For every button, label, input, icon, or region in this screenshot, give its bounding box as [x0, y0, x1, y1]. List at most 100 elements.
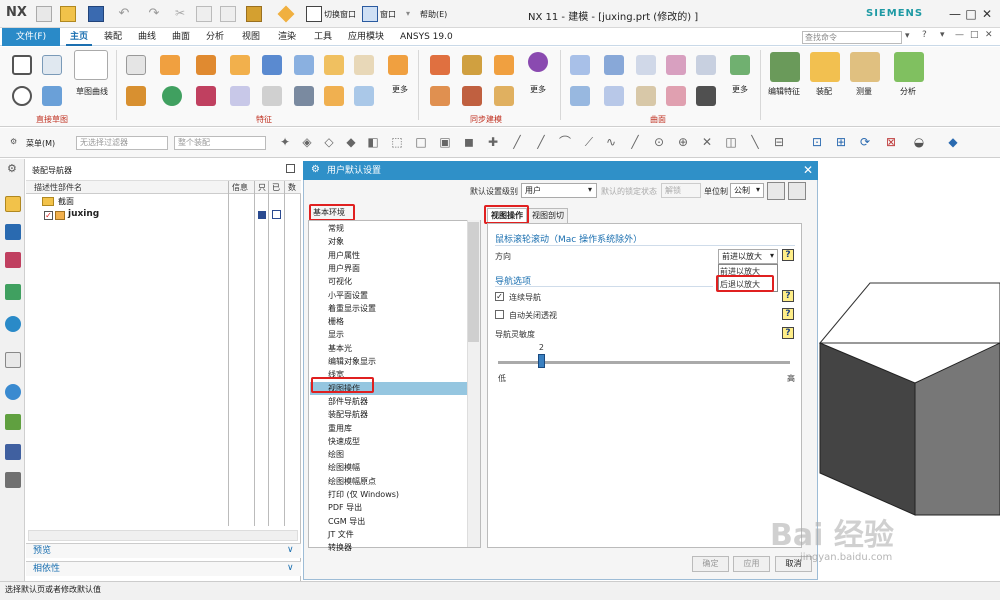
tree-item[interactable]: 用户属性	[328, 249, 360, 262]
history-icon[interactable]	[5, 352, 21, 368]
chevron-down-icon[interactable]: ∨	[287, 545, 294, 555]
tab-applications[interactable]: 应用模块	[348, 28, 384, 46]
intersect-icon[interactable]	[324, 86, 344, 106]
sync-more-button[interactable]: 更多	[530, 84, 546, 95]
defaults-level-select[interactable]: 用户	[521, 183, 597, 198]
window-menu[interactable]: 窗口	[380, 9, 396, 20]
tree-item[interactable]: 对象	[328, 235, 344, 248]
subtract-icon[interactable]	[294, 86, 314, 106]
continuous-nav-checkbox[interactable]: ✓	[495, 292, 504, 301]
tree-scrollbar-thumb[interactable]	[468, 222, 479, 342]
block-icon[interactable]	[230, 55, 250, 75]
help-icon[interactable]: ?	[782, 327, 794, 339]
sew-icon[interactable]	[696, 86, 716, 106]
accordion-dependencies[interactable]: 相依性	[26, 561, 301, 576]
help-question-icon[interactable]: ?	[922, 30, 927, 40]
ok-button[interactable]: 确定	[692, 556, 729, 572]
column-modified[interactable]: 已	[272, 182, 280, 193]
analysis-icon[interactable]	[894, 52, 924, 82]
doc-restore-icon[interactable]: □	[970, 30, 979, 40]
column-part-name[interactable]: 描述性部件名	[34, 182, 82, 193]
feature-more-button[interactable]: 更多	[392, 84, 408, 95]
accordion-preview[interactable]: 预览	[26, 543, 301, 558]
assembly-icon[interactable]	[810, 52, 840, 82]
through-curve-mesh-icon[interactable]	[604, 55, 624, 75]
tree-item[interactable]: 装配导航器	[328, 408, 368, 421]
table-row[interactable]: 截面	[58, 196, 74, 207]
table-row[interactable]: juxing	[68, 209, 99, 219]
direction-select[interactable]: 前进以放大	[718, 249, 778, 264]
lock-state-select[interactable]: 解锁	[661, 183, 701, 198]
chevron-down-icon[interactable]: ▾	[770, 251, 774, 260]
sketch-curve-label[interactable]: 草图曲线	[76, 86, 108, 97]
tab-ansys[interactable]: ANSYS 19.0	[400, 28, 453, 46]
window-menu-chevron-icon[interactable]: ▾	[406, 9, 410, 18]
tab-surface[interactable]: 曲面	[172, 28, 190, 46]
select-feature-icon[interactable]: ◈	[300, 135, 314, 149]
tab-render[interactable]: 渲染	[278, 28, 296, 46]
edit-feature-label[interactable]: 编辑特征	[768, 86, 800, 97]
chevron-down-icon[interactable]: ▾	[756, 185, 760, 194]
sketch-curve-icon[interactable]	[74, 50, 108, 80]
select-edge-icon[interactable]: ◧	[366, 135, 380, 149]
system-materials-icon[interactable]	[5, 472, 21, 488]
view-cube-icon[interactable]: ▣	[438, 135, 452, 149]
tab-assembly[interactable]: 装配	[104, 28, 122, 46]
select-face-icon[interactable]: ◆	[344, 135, 358, 149]
tangent-icon[interactable]: ╱	[628, 135, 642, 149]
offset-region-icon[interactable]	[494, 55, 514, 75]
switch-window-icon[interactable]	[306, 6, 322, 22]
measure-icon[interactable]	[850, 52, 880, 82]
column-info[interactable]: 信息	[232, 182, 248, 193]
search-options-chevron-icon[interactable]: ▾	[905, 31, 910, 41]
delete-face-icon[interactable]	[430, 86, 450, 106]
window-icon[interactable]	[362, 6, 378, 22]
import-defaults-icon[interactable]	[767, 182, 785, 200]
snap-point-icon[interactable]: ✚	[486, 135, 500, 149]
offset-face-icon[interactable]	[354, 86, 374, 106]
replace-face-icon[interactable]	[528, 52, 548, 72]
analysis-label[interactable]: 分析	[900, 86, 916, 97]
line-icon[interactable]: ╱	[510, 135, 524, 149]
tree-item[interactable]: 快速成型	[328, 435, 360, 448]
offset-surface-icon[interactable]	[730, 55, 750, 75]
selection-filter-combo[interactable]: 无选择过滤器	[76, 136, 168, 150]
cube-top-face[interactable]	[818, 282, 1000, 344]
command-finder-icon[interactable]	[246, 6, 262, 22]
edit-feature-icon[interactable]	[770, 52, 800, 82]
swept-icon[interactable]	[636, 55, 656, 75]
box-select-icon[interactable]: □	[414, 135, 428, 149]
constraint-navigator-icon[interactable]	[5, 224, 21, 240]
chamfer-icon[interactable]	[230, 86, 250, 106]
shaded-icon[interactable]: ◼	[462, 135, 476, 149]
copy-icon[interactable]	[196, 6, 212, 22]
zoom-icon[interactable]: ⊞	[834, 135, 848, 149]
tree-item[interactable]: 转换器	[328, 541, 352, 554]
edge-blend-icon[interactable]	[196, 86, 216, 106]
ruled-icon[interactable]	[696, 55, 716, 75]
menu-gear-icon[interactable]: ⚙	[10, 137, 17, 146]
face-point-icon[interactable]: ◫	[724, 135, 738, 149]
tree-item[interactable]: 绘图模幅原点	[328, 475, 376, 488]
arc-icon[interactable]: ⌒	[558, 135, 572, 149]
apply-button[interactable]: 应用	[733, 556, 770, 572]
tree-item[interactable]: 着重显示设置	[328, 302, 376, 315]
ribbon-options-icon[interactable]: ▾	[940, 30, 945, 40]
row-visibility-checkbox[interactable]: ✓	[44, 211, 53, 220]
tree-item[interactable]: 重用库	[328, 422, 352, 435]
revolve-icon[interactable]	[126, 86, 146, 106]
tree-item[interactable]: CGM 导出	[328, 515, 365, 528]
tree-item[interactable]: 栅格	[328, 315, 344, 328]
sketch-icon[interactable]	[12, 55, 32, 75]
cube-left-face[interactable]	[819, 342, 916, 516]
rotate-icon[interactable]: ⟳	[858, 135, 872, 149]
trim-body-icon[interactable]	[388, 55, 408, 75]
help-menu[interactable]: 帮助(E)	[420, 9, 447, 20]
clock-history-icon[interactable]	[5, 384, 21, 400]
sensitivity-slider-thumb[interactable]	[537, 354, 545, 368]
close-window-button[interactable]: ✕	[974, 4, 1000, 24]
chevron-down-icon[interactable]: ▾	[588, 185, 592, 194]
column-count[interactable]: 数	[288, 182, 296, 193]
save-icon[interactable]	[88, 6, 104, 22]
sketch-point-icon[interactable]	[42, 55, 62, 75]
